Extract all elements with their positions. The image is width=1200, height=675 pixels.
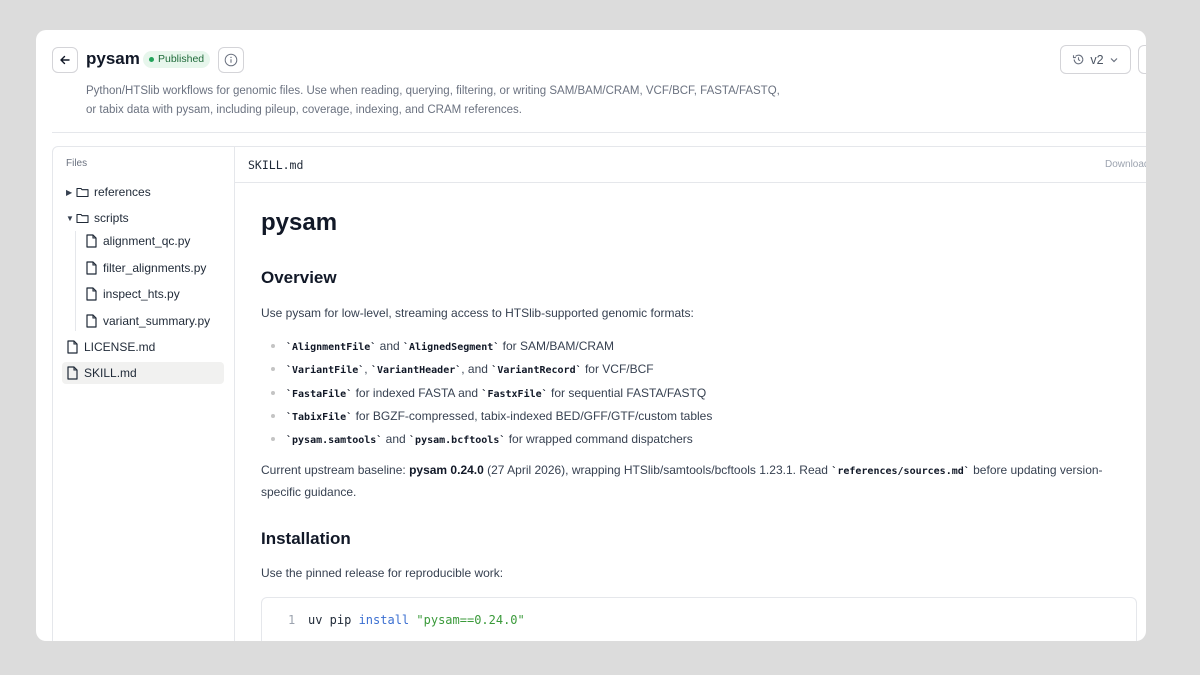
overview-heading: Overview [261,268,337,287]
list-item: `FastaFile` for indexed FASTA and `Fastx… [271,386,706,400]
content-panel: Files ▶ references ▼ scripts alignment_q… [52,146,1146,641]
info-button[interactable] [218,47,244,73]
tree-item-label: SKILL.md [84,366,137,380]
tree-folder-references[interactable]: ▶ references [66,181,151,203]
tree-item-label: variant_summary.py [103,314,211,328]
file-icon [86,234,97,248]
page-title: pysam [86,49,140,68]
download-link[interactable]: Download [1105,159,1146,170]
history-icon [1073,54,1084,65]
status-badge: Published [143,51,211,68]
tree-item-label: scripts [94,211,129,225]
tree-file-license[interactable]: LICENSE.md [66,336,155,358]
folder-icon [76,187,89,198]
info-icon [224,53,238,67]
status-badge-label: Published [158,53,205,65]
folder-icon [76,213,89,224]
line-number: 1 [288,613,296,627]
chevron-down-icon [1110,57,1118,62]
tree-item-label: LICENSE.md [84,340,156,354]
code-line: uv pip install "pysam==0.24.0" [308,613,525,627]
header-divider [52,132,1146,133]
skill-window: pysam Published v2 Python/HTSlib workflo… [36,30,1146,641]
list-item: `TabixFile` for BGZF-compressed, tabix-i… [271,409,712,423]
baseline-paragraph: Current upstream baseline: pysam 0.24.0 … [261,463,1103,499]
caret-right-icon: ▶ [66,187,73,197]
doc-title: pysam [261,209,338,236]
tree-item-label: inspect_hts.py [103,287,180,301]
file-toolbar: SKILL.md Download [235,147,1146,183]
tree-file-filter-alignments[interactable]: filter_alignments.py [85,257,206,279]
tree-item-label: filter_alignments.py [103,261,207,275]
current-file-name: SKILL.md [248,158,304,172]
code-block: 1 uv pip install "pysam==0.24.0" [261,597,1137,641]
tree-file-inspect-hts[interactable]: inspect_hts.py [85,283,180,305]
arrow-left-icon [60,55,70,65]
version-label: v2 [1090,52,1104,67]
bullet-icon [271,413,275,418]
bullet-icon [271,366,275,371]
overview-intro: Use pysam for low-level, streaming acces… [261,306,694,320]
file-icon [67,366,78,380]
list-item: `pysam.samtools` and `pysam.bcftools` fo… [271,432,693,446]
file-icon [67,340,78,354]
file-icon [86,287,97,301]
file-icon [86,314,97,328]
bullet-icon [271,390,275,395]
more-button[interactable] [1138,45,1146,74]
file-icon [86,261,97,275]
tree-file-alignment-qc[interactable]: alignment_qc.py [85,230,190,252]
tree-guide [75,231,76,331]
list-item: `VariantFile`, `VariantHeader`, and `Var… [271,362,654,376]
files-label: Files [66,158,88,169]
bullet-icon [271,343,275,348]
tree-file-variant-summary[interactable]: variant_summary.py [85,310,210,332]
bullet-icon [271,436,275,441]
file-sidebar: Files ▶ references ▼ scripts alignment_q… [53,147,235,641]
caret-down-icon: ▼ [66,213,74,223]
tree-item-label: references [94,185,151,199]
file-viewer: SKILL.md Download pysam Overview Use pys… [235,147,1146,641]
tree-file-skill[interactable]: SKILL.md [62,362,224,384]
installation-heading: Installation [261,529,351,548]
status-dot-icon [149,57,154,62]
back-button[interactable] [52,47,78,73]
skill-description: Python/HTSlib workflows for genomic file… [86,85,780,116]
tree-item-label: alignment_qc.py [103,234,191,248]
installation-intro: Use the pinned release for reproducible … [261,566,504,580]
list-item: `AlignmentFile` and `AlignedSegment` for… [271,339,614,353]
tree-folder-scripts[interactable]: ▼ scripts [66,207,129,229]
version-selector[interactable]: v2 [1060,45,1131,74]
